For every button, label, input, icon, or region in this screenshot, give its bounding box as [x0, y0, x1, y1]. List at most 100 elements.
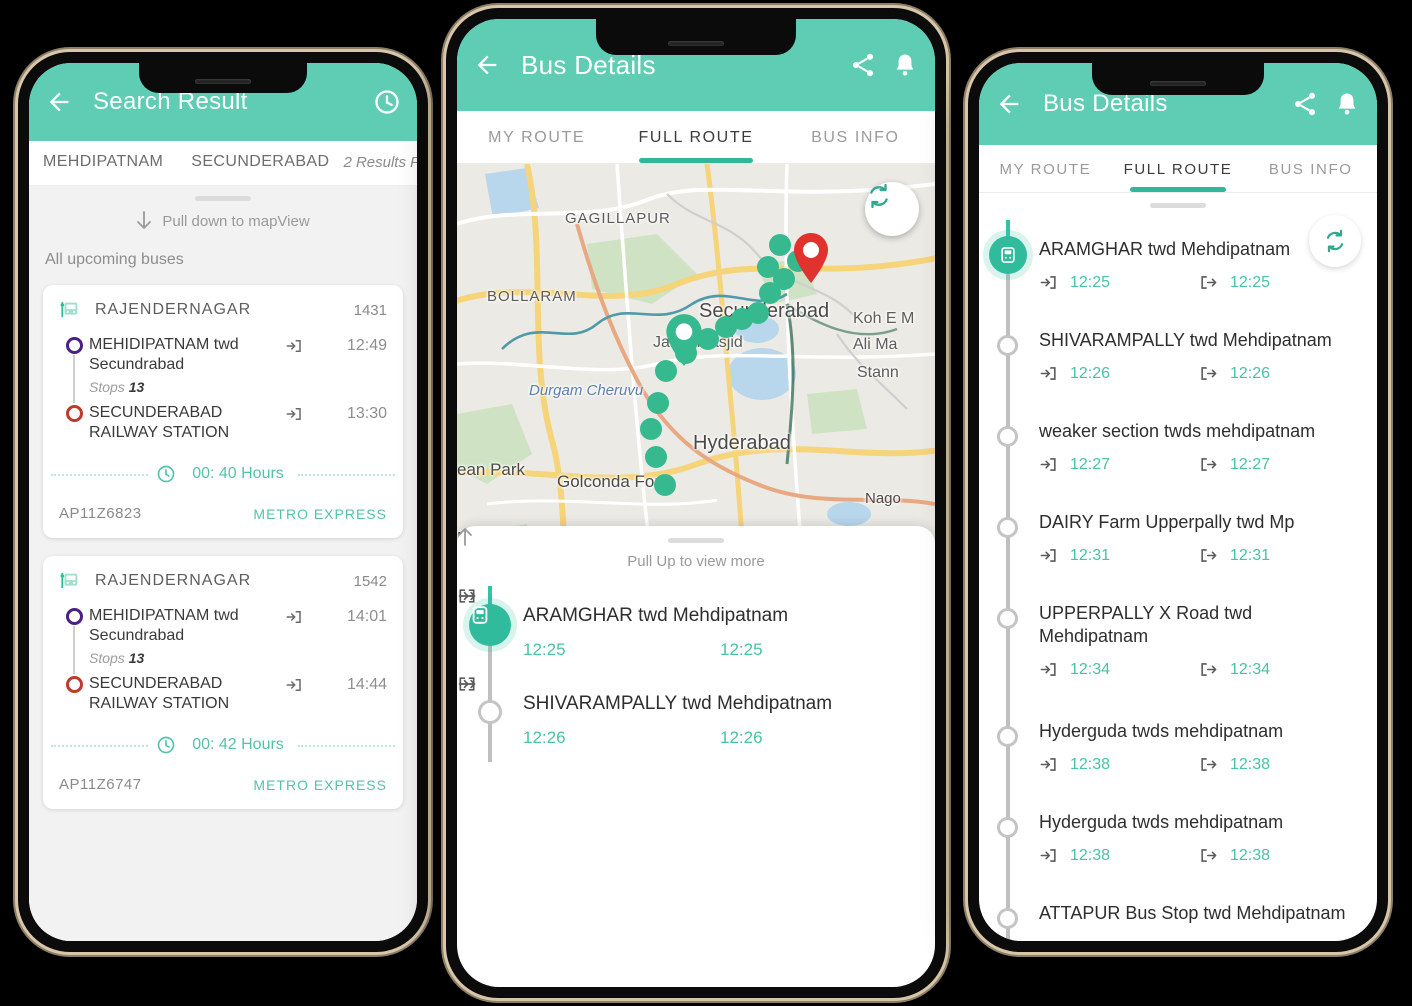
origin-marker [59, 606, 89, 625]
full-route-stop-list: ARAMGHAR twd Mehdipatnam 12:25 12:25 SHI… [979, 218, 1377, 941]
depot-name: RAJENDERNAGAR [95, 572, 252, 589]
tab-my-route[interactable]: MY ROUTE [457, 111, 616, 163]
arrival-time: 12:38 [1070, 846, 1111, 864]
destination-name: SECUNDERABAD RAILWAY STATION [89, 675, 230, 712]
arrival-time: 12:34 [1070, 660, 1111, 678]
stop-name: Hyderguda twds mehdipatnam [1039, 721, 1284, 741]
stop-times: 12:38 12:38 [1039, 846, 1359, 865]
depart-out-icon [1201, 663, 1217, 676]
refresh-map-button[interactable] [865, 182, 919, 236]
arrive-into-icon [286, 679, 301, 691]
destination-text: SECUNDERABAD RAILWAY STATION [89, 403, 285, 443]
destination-time: 13:30 [346, 405, 387, 422]
map-label: Durgam Cheruvu [529, 382, 644, 399]
route-bottom-sheet[interactable]: Pull Up to view more ARAMGHAR twd Mehdip… [457, 526, 935, 762]
destination-ring-icon [65, 405, 83, 422]
stop-row[interactable]: ATTAPUR Bus Stop twd Mehdipatnam [979, 884, 1377, 941]
phone3-screen: Bus Details MY ROUTE FULL ROUTE BUS INFO [979, 63, 1377, 941]
stop-rail [979, 884, 1039, 941]
search-results-body: Pull down to mapView All upcoming buses [29, 186, 417, 941]
share-icon[interactable] [1291, 90, 1319, 118]
stop-node [997, 608, 1018, 629]
stop-row[interactable]: Hyderguda twds mehdipatnam 12:38 12:38 [979, 793, 1377, 884]
phone-mockup-map: Bus Details MY ROUTE FULL ROUTE BUS INFO [446, 8, 946, 998]
current-stop-node [989, 236, 1027, 274]
tab-bus-info[interactable]: BUS INFO [1244, 145, 1377, 192]
share-icon[interactable] [849, 51, 877, 79]
stop-body: Hyderguda twds mehdipatnam 12:38 12:38 [1039, 793, 1377, 884]
stop-row[interactable]: UPPERPALLY X Road twd Mehdipatnam 12:34 … [979, 584, 1377, 702]
full-route-scroll[interactable]: ARAMGHAR twd Mehdipatnam 12:25 12:25 SHI… [979, 193, 1377, 941]
route-dot [640, 418, 662, 440]
stop-row[interactable]: SHIVARAMPALLY twd Mehdipatnam 12:26 12:2… [457, 674, 935, 762]
stop-row[interactable]: Hyderguda twds mehdipatnam 12:38 12:38 [979, 702, 1377, 793]
tab-full-route[interactable]: FULL ROUTE [616, 111, 775, 163]
stop-times: 12:26 12:26 [458, 677, 917, 748]
pull-down-hint[interactable]: Pull down to mapView [29, 201, 417, 245]
results-count: 2 Results Found [343, 153, 417, 171]
bus-stop-icon [60, 572, 78, 589]
arrive-into-icon [1040, 663, 1056, 676]
stop-rail [979, 220, 1039, 311]
notification-bell-icon[interactable] [1333, 90, 1361, 118]
arrive-into-icon [1040, 276, 1056, 289]
destination-leg: SECUNDERABAD RAILWAY STATION 14:44 [59, 670, 387, 718]
destination-ring-icon [65, 676, 83, 693]
duration-row: 00: 42 Hours [43, 728, 403, 762]
clock-icon [156, 464, 177, 484]
stops-label: Stops [89, 650, 125, 666]
bus-icon [1001, 247, 1015, 263]
bus-result-card[interactable]: RAJENDERNAGAR 1542 MEHIDIPATNAM twd Secu… [43, 556, 403, 809]
arrival-time: 12:26 [523, 728, 566, 748]
phone2-tabs: MY ROUTE FULL ROUTE BUS INFO [457, 111, 935, 164]
stop-rail [979, 584, 1039, 702]
back-arrow-icon[interactable] [45, 88, 73, 116]
departure-time: 12:31 [1230, 546, 1271, 564]
tab-bus-info[interactable]: BUS INFO [776, 111, 935, 163]
destination-marker [59, 403, 89, 422]
stops-count: 13 [128, 379, 145, 395]
stop-node [997, 726, 1018, 747]
refresh-route-button[interactable] [1309, 215, 1361, 267]
phone-mockup-full-route: Bus Details MY ROUTE FULL ROUTE BUS INFO [968, 52, 1388, 952]
destination-leg: SECUNDERABAD RAILWAY STATION 13:30 [59, 399, 387, 447]
screenshot-root: Search Result MEHDIPATNAM SECUNDERABAD 2… [0, 0, 1412, 1006]
arrive-into-icon [286, 340, 301, 352]
origin-name: MEHIDIPATNAM twd Secundrabad [89, 607, 239, 644]
origin-text: MEHIDIPATNAM twd Secundrabad Stops 13 [89, 335, 285, 395]
map-label: Nago [865, 490, 901, 507]
depart-out-icon [459, 589, 476, 603]
arrive-into-icon [1040, 549, 1056, 562]
stop-body: Hyderguda twds mehdipatnam 12:38 12:38 [1039, 702, 1377, 793]
stop-body: ARAMGHAR twd Mehdipatnam 12:25 12:25 [458, 586, 935, 674]
arrival-cell: 12:31 [1039, 546, 1199, 565]
route-map[interactable]: GAGILLAPUR BOLLARAM Secunderabad Koh E M… [457, 164, 935, 762]
drag-handle[interactable] [1150, 203, 1206, 208]
stop-row[interactable]: ARAMGHAR twd Mehdipatnam 12:25 12:25 [457, 586, 935, 674]
stop-name: SHIVARAMPALLY twd Mehdipatnam [523, 693, 833, 714]
back-arrow-icon[interactable] [995, 90, 1023, 118]
vehicle-plate: AP11Z6823 [59, 505, 142, 522]
section-title: All upcoming buses [45, 251, 184, 268]
stop-row[interactable]: DAIRY Farm Upperpally twd Mp 12:31 12:31 [979, 493, 1377, 584]
bus-result-card[interactable]: RAJENDERNAGAR 1431 MEHIDIPATNAM twd Secu… [43, 285, 403, 538]
notification-bell-icon[interactable] [891, 51, 919, 79]
departure-cell: 12:38 [1199, 846, 1359, 865]
stop-row[interactable]: SHIVARAMPALLY twd Mehdipatnam 12:26 12:2… [979, 311, 1377, 402]
arrive-into-icon [286, 611, 301, 623]
origin-time: 14:01 [346, 608, 387, 625]
stop-row[interactable]: weaker section twds mehdipatnam 12:27 12… [979, 402, 1377, 493]
stop-node [997, 908, 1018, 929]
tab-my-route[interactable]: MY ROUTE [979, 145, 1112, 192]
departure-cell: 12:25 [459, 589, 917, 660]
destination-marker [59, 674, 89, 693]
depart-out-icon [1201, 367, 1217, 380]
back-arrow-icon[interactable] [473, 51, 501, 79]
search-from: MEHDIPATNAM [43, 153, 164, 170]
history-clock-icon[interactable] [373, 88, 401, 116]
tab-full-route[interactable]: FULL ROUTE [1112, 145, 1245, 192]
pull-up-hint[interactable]: Pull Up to view more [457, 528, 935, 584]
stops-count: 13 [128, 650, 145, 666]
phone2-screen: Bus Details MY ROUTE FULL ROUTE BUS INFO [457, 19, 935, 987]
stop-times: 12:26 12:26 [1039, 364, 1359, 383]
